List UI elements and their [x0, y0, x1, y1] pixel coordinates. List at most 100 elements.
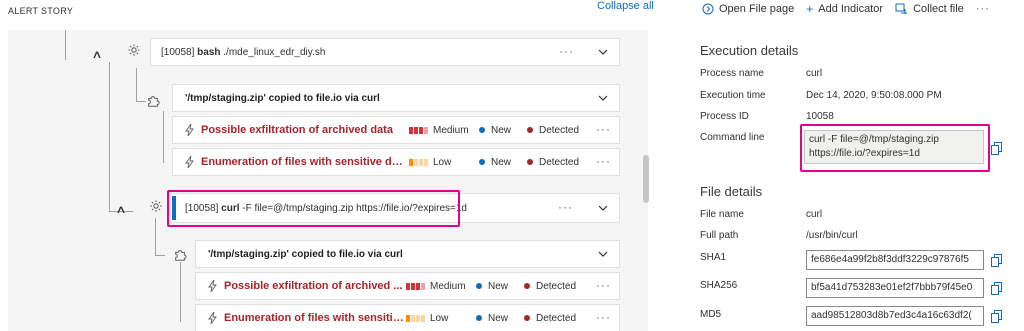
- alert-classification: Detected: [536, 312, 577, 324]
- more-actions-icon[interactable]: ···: [559, 44, 574, 58]
- status-dot-icon: [479, 127, 485, 133]
- sha1-label: SHA1: [700, 252, 727, 263]
- more-actions-icon[interactable]: ···: [596, 122, 611, 136]
- open-arrow-icon: [702, 3, 714, 15]
- collect-file-button[interactable]: Collect file: [895, 3, 964, 15]
- alert-card[interactable]: Possible exfiltration of archived data M…: [172, 116, 620, 144]
- add-indicator-button[interactable]: + Add Indicator: [806, 2, 883, 16]
- execution-time-label: Execution time: [700, 90, 766, 101]
- sha256-field[interactable]: bf5a41d753283e01ef2f7bbb79f45e0: [806, 278, 984, 298]
- more-actions-icon[interactable]: ···: [596, 154, 611, 168]
- alert-classification: Detected: [536, 280, 577, 292]
- alert-card[interactable]: Enumeration of files with sensitive data…: [172, 148, 620, 176]
- copy-icon[interactable]: [991, 282, 1003, 295]
- lightning-icon: [185, 124, 194, 136]
- puzzle-icon: [148, 96, 160, 107]
- details-toolbar: Open File page + Add Indicator Collect f…: [680, 0, 1002, 18]
- open-file-page-label: Open File page: [719, 3, 795, 15]
- open-file-page-button[interactable]: Open File page: [702, 3, 794, 15]
- chevron-down-icon[interactable]: [598, 47, 608, 57]
- sha1-field[interactable]: fe686e4a99f2b8f3ddf3229c97876f5: [806, 250, 984, 270]
- status-dot-icon: [476, 315, 482, 321]
- process-id: [10058]: [161, 46, 195, 58]
- more-actions-icon[interactable]: ···: [596, 278, 611, 292]
- alert-classification: Detected: [539, 124, 580, 136]
- tree-line: [109, 62, 110, 212]
- puzzle-icon: [175, 250, 187, 261]
- file-action: copied to file.io via curl: [268, 92, 380, 104]
- alert-story-header: ALERT STORY: [8, 6, 74, 16]
- sha256-label: SHA256: [700, 280, 738, 291]
- process-name: bash: [197, 46, 221, 58]
- full-path-value: /usr/bin/curl: [806, 230, 858, 241]
- tree-line: [163, 111, 164, 163]
- copy-icon[interactable]: [991, 310, 1003, 323]
- full-path-label: Full path: [700, 230, 739, 241]
- file-details-title: File details: [700, 184, 763, 199]
- alert-severity: Low: [430, 312, 449, 324]
- alert-severity: Medium: [433, 124, 469, 136]
- md5-field[interactable]: aad98512803d8b7ed3c4a16c63df2(: [806, 306, 984, 326]
- process-id-label: Process ID: [700, 111, 749, 122]
- plus-icon: +: [806, 2, 814, 16]
- classification-dot-icon: [527, 127, 533, 133]
- tree-line: [180, 262, 181, 322]
- file-path: '/tmp/staging.zip': [185, 92, 266, 104]
- alert-severity: Medium: [430, 280, 466, 292]
- chevron-down-icon[interactable]: [598, 203, 608, 213]
- lightning-icon: [208, 280, 217, 292]
- severity-low-icon: [406, 314, 425, 322]
- process-args: ./mde_linux_edr_diy.sh: [223, 46, 326, 58]
- alert-story-panel: ALERT STORY Collapse all ∧ [10058] bash …: [0, 0, 660, 331]
- tree-line: [155, 218, 156, 256]
- tree-line: [155, 255, 165, 256]
- more-actions-icon[interactable]: ···: [596, 310, 611, 324]
- highlight-box: [167, 190, 460, 227]
- classification-dot-icon: [524, 283, 530, 289]
- copy-icon[interactable]: [991, 142, 1003, 155]
- highlight-box: [800, 124, 990, 172]
- alert-title: Possible exfiltration of archived data: [201, 124, 393, 136]
- collect-file-icon: [895, 3, 908, 14]
- alert-title: Enumeration of files with sensitive data: [201, 156, 407, 168]
- process-card-bash[interactable]: [10058] bash ./mde_linux_edr_diy.sh ···: [150, 38, 620, 66]
- status-dot-icon: [476, 283, 482, 289]
- file-event-card[interactable]: '/tmp/staging.zip' copied to file.io via…: [195, 240, 620, 268]
- tree-line: [136, 68, 137, 102]
- alert-status: New: [491, 124, 512, 136]
- add-indicator-label: Add Indicator: [818, 3, 884, 15]
- alert-status: New: [488, 280, 509, 292]
- file-action: copied to file.io via curl: [291, 248, 403, 260]
- alert-severity: Low: [433, 156, 452, 168]
- file-path: '/tmp/staging.zip': [208, 248, 289, 260]
- classification-dot-icon: [524, 315, 530, 321]
- file-event-card[interactable]: '/tmp/staging.zip' copied to file.io via…: [172, 84, 620, 112]
- collapse-chevron-icon[interactable]: ∧: [115, 203, 126, 216]
- classification-dot-icon: [527, 159, 533, 165]
- md5-label: MD5: [700, 309, 722, 320]
- more-actions-icon[interactable]: ···: [558, 200, 573, 214]
- tree-line: [136, 101, 146, 102]
- copy-icon[interactable]: [991, 254, 1003, 267]
- alert-card[interactable]: Possible exfiltration of archived ... Me…: [195, 272, 620, 300]
- tree-line: [65, 30, 66, 60]
- chevron-down-icon[interactable]: [598, 93, 608, 103]
- severity-low-icon: [409, 158, 428, 166]
- chevron-down-icon[interactable]: [598, 249, 608, 259]
- execution-time-value: Dec 14, 2020, 9:50:08.000 PM: [806, 90, 942, 101]
- alert-card[interactable]: Enumeration of files with sensitive d...…: [195, 304, 620, 331]
- status-dot-icon: [479, 159, 485, 165]
- collapse-chevron-icon[interactable]: ∧: [91, 48, 102, 61]
- collapse-all-link[interactable]: Collapse all: [597, 0, 654, 12]
- more-actions-icon[interactable]: ···: [976, 3, 990, 15]
- severity-medium-icon: [409, 126, 428, 134]
- lightning-icon: [185, 156, 194, 168]
- execution-details-title: Execution details: [700, 43, 799, 58]
- command-line-label: Command line: [700, 132, 765, 143]
- story-scrollbar[interactable]: [643, 155, 649, 203]
- alert-status: New: [488, 312, 509, 324]
- process-id-value: 10058: [806, 111, 834, 122]
- details-panel: Open File page + Add Indicator Collect f…: [680, 0, 1024, 331]
- lightning-icon: [208, 312, 217, 324]
- gear-icon: [128, 44, 140, 56]
